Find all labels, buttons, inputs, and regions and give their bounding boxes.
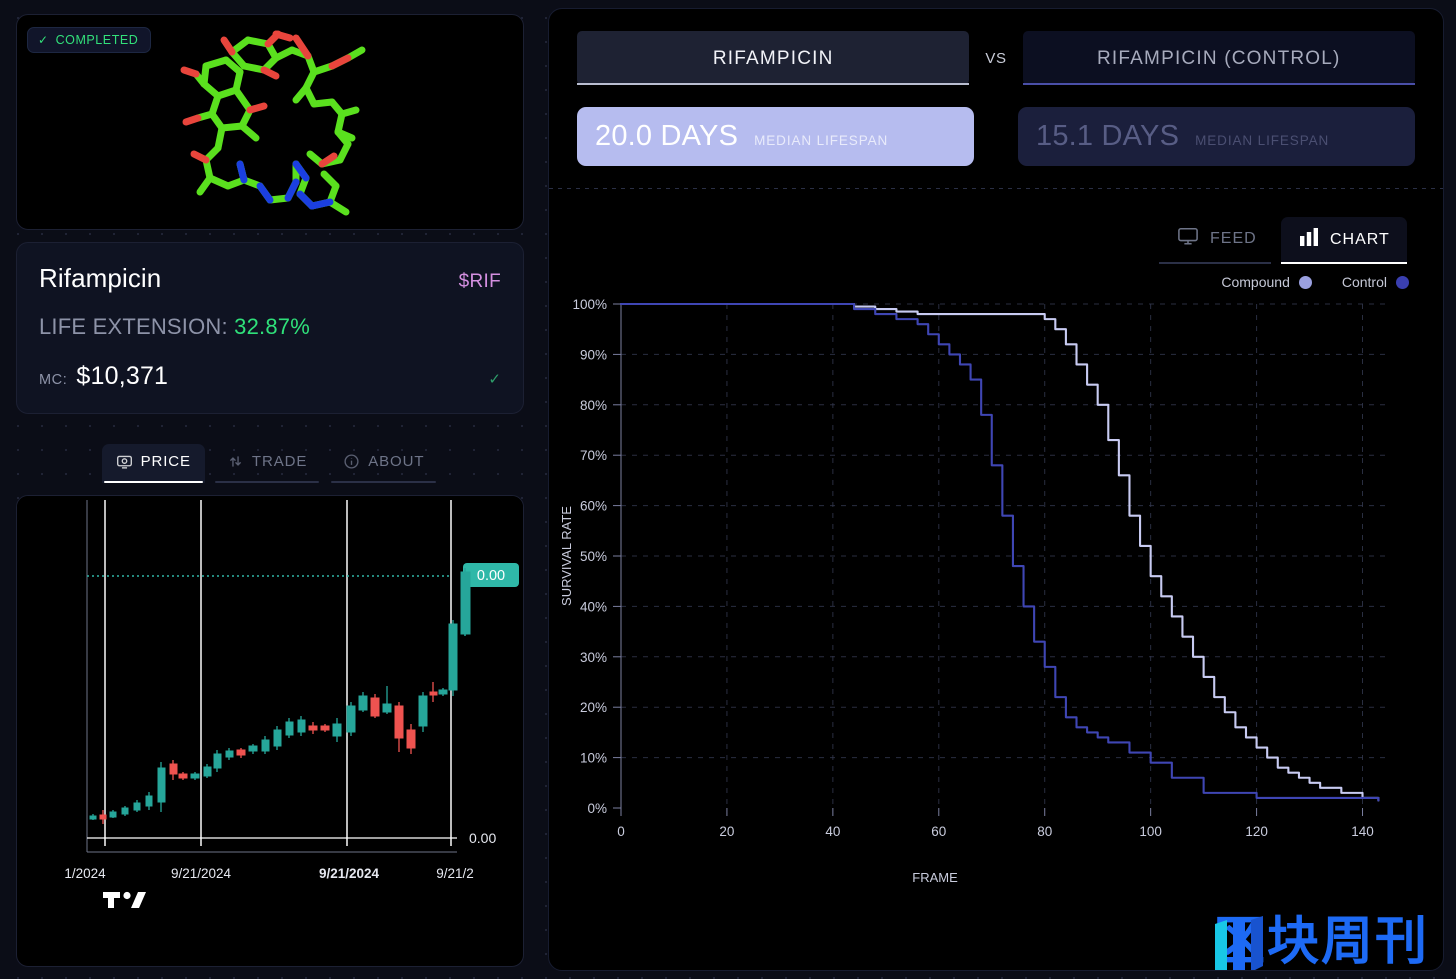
y-axis-title: SURVIVAL RATE bbox=[559, 506, 574, 606]
control-chip[interactable]: RIFAMPICIN (CONTROL) bbox=[1022, 31, 1416, 85]
price-tag-icon bbox=[116, 453, 133, 470]
market-cap-value: $10,371 bbox=[76, 362, 169, 390]
metric-control-value: 15.1 DAYS bbox=[1036, 120, 1180, 152]
x-tick-label: 120 bbox=[1245, 824, 1268, 839]
legend-control-swatch bbox=[1396, 275, 1409, 289]
watermark-bars-icon bbox=[1214, 916, 1263, 970]
y-tick-label: 40% bbox=[580, 599, 607, 614]
candlestick-chart[interactable]: 0.00 0.00 1/2024 9/21/2024 9/21/2024 9/2… bbox=[17, 496, 523, 898]
tab-chart-label: CHART bbox=[1330, 230, 1390, 248]
svg-text:0.00: 0.00 bbox=[477, 568, 505, 584]
legend-item-compound: Compound bbox=[1221, 274, 1312, 290]
metric-compound-value: 20.0 DAYS bbox=[595, 120, 739, 152]
vs-label: VS bbox=[985, 49, 1007, 67]
experiment-panel: RIFAMPICIN VS RIFAMPICIN (CONTROL) 20.0 … bbox=[548, 8, 1444, 971]
molecule-viewer-card[interactable]: ✓ COMPLETED bbox=[16, 14, 524, 230]
y-tick-label: 30% bbox=[580, 650, 607, 665]
check-icon: ✓ bbox=[38, 33, 49, 47]
metric-control-lifespan: 15.1 DAYS MEDIAN LIFESPAN bbox=[1018, 107, 1415, 166]
compound-chip-label: RIFAMPICIN bbox=[712, 48, 834, 69]
tab-feed[interactable]: FEED bbox=[1159, 215, 1271, 264]
left-column: ✓ COMPLETED Rifampicin $RIF LIFE EXTENSI… bbox=[0, 0, 540, 979]
last-price-tag: 0.00 bbox=[463, 563, 519, 587]
tab-feed-label: FEED bbox=[1210, 229, 1257, 247]
status-badge-label: COMPLETED bbox=[55, 33, 139, 47]
price-chart-card[interactable]: 0.00 0.00 1/2024 9/21/2024 9/21/2024 9/2… bbox=[16, 495, 524, 967]
comparison-header: RIFAMPICIN VS RIFAMPICIN (CONTROL) bbox=[549, 9, 1443, 85]
tab-trade-label: TRADE bbox=[251, 453, 308, 470]
x-tick-label: 60 bbox=[931, 824, 946, 839]
y-tick-label: 0% bbox=[587, 801, 607, 816]
app-root: ✓ COMPLETED Rifampicin $RIF LIFE EXTENSI… bbox=[0, 0, 1456, 979]
tab-chart[interactable]: CHART bbox=[1281, 217, 1407, 264]
y-tick-label: 60% bbox=[580, 499, 607, 514]
tab-price-label: PRICE bbox=[140, 453, 191, 470]
x-tick-label: 20 bbox=[719, 824, 734, 839]
y-tick-label: 70% bbox=[580, 448, 607, 463]
y-tick-label: 100% bbox=[572, 297, 607, 312]
metric-compound-label: MEDIAN LIFESPAN bbox=[754, 133, 889, 148]
price-x-label-0: 1/2024 bbox=[64, 866, 106, 881]
tab-about-label: ABOUT bbox=[368, 453, 425, 470]
swap-arrow-icon bbox=[227, 453, 244, 470]
right-column: RIFAMPICIN VS RIFAMPICIN (CONTROL) 20.0 … bbox=[540, 0, 1456, 979]
survival-curve-compound bbox=[619, 302, 1380, 802]
life-extension-value: 32.87% bbox=[234, 314, 310, 339]
legend-compound-swatch bbox=[1298, 275, 1312, 289]
compound-name-row: Rifampicin $RIF bbox=[39, 263, 501, 294]
left-tab-bar: PRICE TRADE ABOUT bbox=[16, 444, 524, 483]
price-x-label-1: 9/21/2024 bbox=[171, 866, 232, 881]
x-tick-label: 80 bbox=[1037, 824, 1052, 839]
survival-chart[interactable]: 0% 10% 20% 30% 40% 50% 60% 70% 80% 90% 100% 0 20 40 60… bbox=[549, 290, 1415, 900]
metrics-row: 20.0 DAYS MEDIAN LIFESPAN 15.1 DAYS MEDI… bbox=[549, 85, 1443, 166]
page-title: Rifampicin bbox=[39, 263, 162, 293]
info-circle-icon bbox=[343, 453, 360, 470]
market-cap-row: MC: $10,371 ✓ bbox=[39, 362, 501, 391]
survival-curve-control bbox=[619, 302, 1380, 802]
price-x-label-3: 9/21/2 bbox=[436, 866, 474, 881]
compound-chip[interactable]: RIFAMPICIN bbox=[577, 31, 970, 85]
view-tab-bar: FEED CHART bbox=[549, 189, 1443, 264]
control-chip-label: RIFAMPICIN (CONTROL) bbox=[1097, 48, 1341, 69]
y-tick-label: 80% bbox=[580, 398, 607, 413]
metric-compound-lifespan: 20.0 DAYS MEDIAN LIFESPAN bbox=[577, 107, 974, 166]
status-badge: ✓ COMPLETED bbox=[27, 27, 152, 53]
life-extension-label: LIFE EXTENSION: bbox=[39, 314, 228, 339]
bar-chart-icon bbox=[1299, 228, 1319, 251]
x-tick-label: 140 bbox=[1351, 824, 1374, 839]
tab-trade[interactable]: TRADE bbox=[213, 444, 321, 483]
check-icon: ✓ bbox=[488, 371, 501, 388]
x-tick-label: 100 bbox=[1139, 824, 1162, 839]
legend-item-control: Control bbox=[1342, 274, 1409, 290]
y-tick-label: 20% bbox=[580, 700, 607, 715]
molecule-structure bbox=[180, 30, 366, 216]
watermark-text: 区块周刊 bbox=[1212, 912, 1429, 971]
x-tick-label: 40 bbox=[825, 824, 840, 839]
metric-control-label: MEDIAN LIFESPAN bbox=[1195, 133, 1330, 148]
price-x-label-2: 9/21/2024 bbox=[319, 866, 380, 881]
x-axis-title: FRAME bbox=[912, 870, 958, 885]
y-tick-label: 10% bbox=[580, 751, 607, 766]
y-tick-label: 90% bbox=[580, 347, 607, 362]
survival-chart-container[interactable]: 0% 10% 20% 30% 40% 50% 60% 70% 80% 90% 100% 0 20 40 60… bbox=[549, 290, 1443, 970]
x-tick-label: 0 bbox=[617, 824, 625, 839]
watermark-logo: 区块周刊 bbox=[1212, 912, 1429, 971]
monitor-icon bbox=[1177, 226, 1199, 251]
price-axis-label: 0.00 bbox=[469, 830, 496, 846]
chart-legend: Compound Control bbox=[549, 264, 1443, 290]
tab-about[interactable]: ABOUT bbox=[329, 444, 438, 483]
ticker-symbol: $RIF bbox=[458, 271, 501, 292]
tab-price[interactable]: PRICE bbox=[101, 444, 205, 483]
compound-info-card: Rifampicin $RIF LIFE EXTENSION: 32.87% M… bbox=[16, 242, 524, 414]
y-tick-label: 50% bbox=[580, 549, 607, 564]
legend-compound-label: Compound bbox=[1221, 274, 1290, 290]
market-cap-label: MC: bbox=[39, 372, 68, 388]
life-extension-row: LIFE EXTENSION: 32.87% bbox=[39, 314, 501, 340]
tradingview-logo-icon bbox=[103, 888, 147, 910]
legend-control-label: Control bbox=[1341, 274, 1387, 290]
